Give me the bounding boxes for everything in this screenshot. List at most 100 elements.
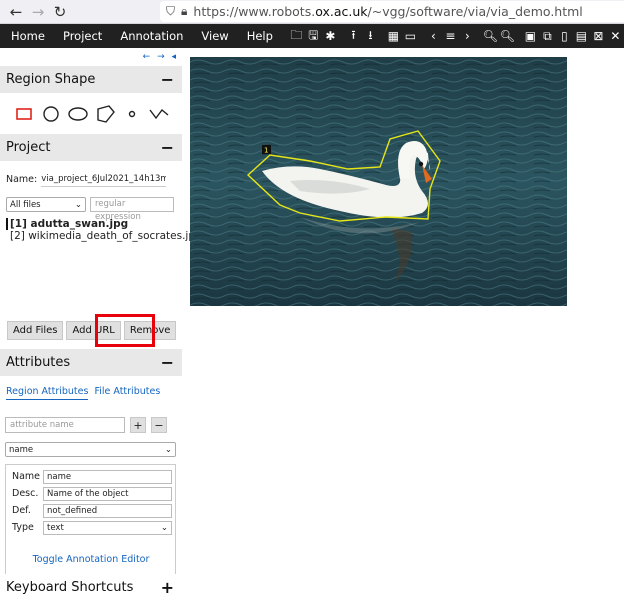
regex-filter-input[interactable]: regular expression [90,197,174,222]
section-title: Project [6,140,51,155]
image-canvas[interactable]: 1 [190,57,567,306]
reload-icon[interactable]: ↻ [49,1,71,23]
download-icon[interactable]: ⭳ [362,24,379,48]
attribute-name-input[interactable]: attribute name [5,417,125,433]
menu-help[interactable]: Help [238,24,282,48]
toolbar: 🗀 🖫 ✱ ⭱ ⭳ ▦ ▭ ‹ ≡ › 🔍︎ 🔍︎ ▣ ⧉ ▯ ▤ ⊠ ✕ [288,24,624,48]
circle-shape-icon[interactable] [37,100,64,127]
upload-icon[interactable]: ⭱ [345,24,362,48]
next-icon[interactable]: › [459,24,476,48]
list-item[interactable]: [2] wikimedia_death_of_socrates.jpg [6,230,202,242]
chevron-down-icon: ⌄ [160,522,168,533]
save-icon[interactable]: 🖫 [305,24,322,48]
attribute-properties: Name name Desc. Name of the object Def. … [5,464,176,583]
panel-collapse-arrows-icon[interactable]: ← → ◂ [0,48,182,66]
menu-view[interactable]: View [192,24,237,48]
lock-icon: 🔒︎ [181,4,188,18]
collapse-toggle-icon[interactable]: − [161,353,174,372]
attr-row-default: Def. not_defined [9,502,172,519]
select-all-icon[interactable]: ▣ [522,24,539,48]
ellipse-shape-icon[interactable] [64,100,91,127]
section-title: Region Shape [6,72,96,87]
shield-icon: ⛉ [166,4,176,18]
section-title: Keyboard Shortcuts [6,580,134,595]
attr-label: Type [12,522,34,533]
attr-desc-field[interactable]: Name of the object [43,486,172,501]
swan-image: 1 [190,57,567,306]
back-arrow-icon[interactable]: ← [5,1,27,23]
add-attribute-button[interactable]: + [130,417,146,433]
add-files-button[interactable]: Add Files [7,321,64,340]
list-view-icon[interactable]: ▭ [402,24,419,48]
paste-icon[interactable]: ▯ [556,24,573,48]
file-list: [1] adutta_swan.jpg [2] wikimedia_death_… [6,218,202,242]
project-name-input[interactable] [41,171,167,187]
file-filter-select[interactable]: All files ⌄ [6,197,86,212]
attributes-header[interactable]: Attributes − [0,349,182,376]
attr-label: Name [12,471,41,482]
url-suffix: /~vgg/software/via/via_demo.html [367,4,583,19]
polyline-shape-icon[interactable] [145,100,172,127]
gear-icon[interactable]: ✱ [322,24,339,48]
attr-row-type: Type text ⌄ [9,519,172,536]
attribute-select[interactable]: name ⌄ [5,442,176,457]
url-prefix: https://www.robots. [193,4,316,19]
left-panel: ← → ◂ Region Shape − Project − Name: via… [0,48,202,601]
polygon-shape-icon[interactable] [91,100,118,127]
list-item[interactable]: [1] adutta_swan.jpg [6,218,182,230]
section-title: Attributes [6,355,71,370]
menu-annotation[interactable]: Annotation [111,24,192,48]
forward-arrow-icon[interactable]: → [27,1,49,23]
delete-region-icon[interactable]: ⊠ [590,24,607,48]
region-label: 1 [264,147,268,155]
attr-name-field[interactable]: name [43,469,172,484]
menu-project[interactable]: Project [54,24,111,48]
file-filter-value: All files [10,199,41,210]
prev-icon[interactable]: ‹ [425,24,442,48]
grid-icon[interactable]: ▦ [385,24,402,48]
zoom-out-icon[interactable]: 🔍︎ [499,24,516,48]
collapse-toggle-icon[interactable]: − [161,70,174,89]
project-name-label: Name: [6,173,38,185]
attr-label: Def. [12,505,31,516]
copy-icon[interactable]: ⧉ [539,24,556,48]
highlight-box [95,314,155,347]
attr-type-select[interactable]: text ⌄ [43,520,172,535]
url-bar[interactable]: ⛉ 🔒︎ https://www.robots. ox.ac.uk/~vgg/so… [160,1,624,22]
keyboard-shortcuts-header[interactable]: Keyboard Shortcuts + [0,574,182,601]
url-domain: ox.ac.uk [315,4,368,19]
browser-toolbar: ← → ↻ ⛉ 🔒︎ https://www.robots. ox.ac.uk/~… [0,0,624,24]
zoom-in-icon[interactable]: 🔍︎ [482,24,499,48]
attribute-select-value: name [9,444,34,455]
app-menubar: Home Project Annotation View Help 🗀 🖫 ✱ … [0,24,624,48]
collapse-toggle-icon[interactable]: − [161,138,174,157]
menu-home[interactable]: Home [0,24,54,48]
project-name-row: Name: [0,161,182,187]
close-icon[interactable]: ✕ [607,24,624,48]
point-shape-icon[interactable] [118,100,145,127]
attr-row-name: Name name [9,468,172,485]
attribute-name-row: attribute name + − [5,417,167,433]
menu-list-icon[interactable]: ≡ [442,24,459,48]
chevron-down-icon: ⌄ [164,444,172,455]
expand-toggle-icon[interactable]: + [161,578,174,597]
file-filter-row: All files ⌄ regular expression [0,187,182,222]
tab-file-attributes[interactable]: File Attributes [94,386,160,400]
attr-default-field[interactable]: not_defined [43,503,172,518]
tab-region-attributes[interactable]: Region Attributes [6,386,89,400]
attribute-tabs: Region Attributes File Attributes [6,386,160,400]
toggle-annotation-editor-link[interactable]: Toggle Annotation Editor [0,554,182,565]
folder-icon[interactable]: 🗀 [288,24,305,48]
attr-row-desc: Desc. Name of the object [9,485,172,502]
delete-attribute-button[interactable]: − [151,417,167,433]
attributes-section: Attributes − [0,349,182,376]
attr-type-value: text [47,522,64,533]
attr-label: Desc. [12,488,39,499]
clipboard-icon[interactable]: ▤ [573,24,590,48]
region-shape-header[interactable]: Region Shape − [0,66,182,93]
shape-selector [0,93,182,134]
project-header[interactable]: Project − [0,134,182,161]
keyboard-shortcuts-section: Keyboard Shortcuts + [0,574,182,601]
chevron-down-icon: ⌄ [74,199,82,210]
rectangle-shape-icon[interactable] [10,100,37,127]
